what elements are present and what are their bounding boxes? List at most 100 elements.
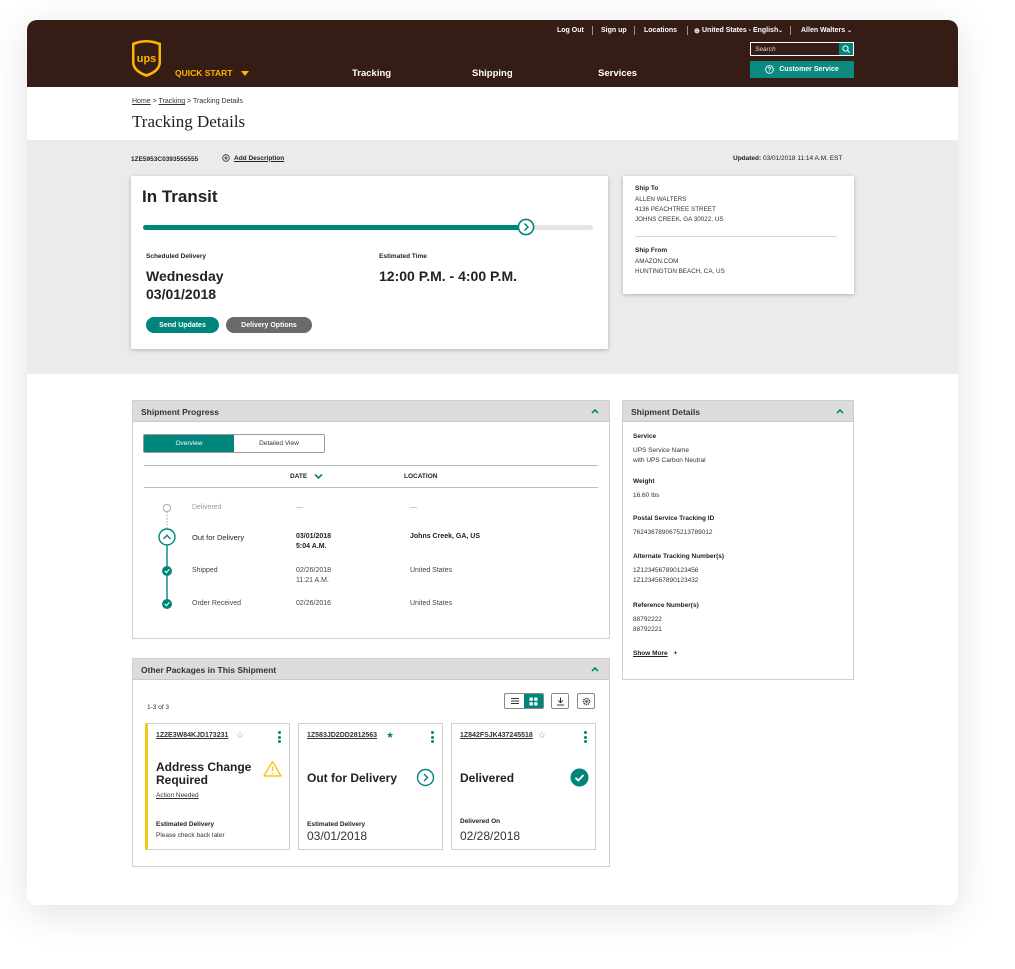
ups-logo[interactable]: ups xyxy=(130,38,163,78)
reference-value: 88792222 88792221 xyxy=(633,616,662,633)
list-view-button[interactable] xyxy=(505,694,524,708)
star-outline-icon[interactable]: ☆ xyxy=(538,730,546,741)
updated-timestamp: Updated: 03/01/2018 11:14 A.M. EST xyxy=(733,155,843,162)
add-description-label: Add Description xyxy=(234,154,285,162)
pending-dot-icon xyxy=(162,504,171,512)
breadcrumb-home[interactable]: Home xyxy=(132,98,151,105)
postal-id-label: Postal Service Tracking ID xyxy=(633,515,715,522)
search-button[interactable] xyxy=(839,43,853,55)
list-icon xyxy=(510,698,519,704)
star-filled-icon[interactable]: ★ xyxy=(386,730,394,741)
plus-circle-icon xyxy=(222,154,230,162)
settings-button[interactable] xyxy=(577,693,595,709)
action-needed-link[interactable]: Action Needed xyxy=(156,792,199,799)
ship-to-label: Ship To xyxy=(635,185,659,192)
panel-title: Shipment Details xyxy=(631,407,700,417)
add-description-link[interactable]: Add Description xyxy=(222,154,284,162)
show-more-link[interactable]: Show More + xyxy=(633,650,677,657)
svg-text:?: ? xyxy=(768,68,772,74)
breadcrumb-tracking[interactable]: Tracking xyxy=(159,98,186,105)
chevron-right-icon xyxy=(517,218,534,236)
weight-value: 16.60 lbs xyxy=(633,492,660,499)
chevron-up-icon[interactable] xyxy=(590,406,600,416)
logo-text: ups xyxy=(137,53,157,65)
chevron-down-icon xyxy=(314,473,323,480)
ship-to-address: ALLEN WALTERS 4136 PEACHTREE STREET JOHNS … xyxy=(635,196,724,223)
more-options-icon[interactable] xyxy=(278,731,281,743)
chevron-up-icon[interactable] xyxy=(590,664,600,674)
package-number[interactable]: 1Z2E3W84KJD173231 xyxy=(156,732,228,739)
other-packages-panel: Other Packages in This Shipment 1-3 of 3 xyxy=(132,658,610,867)
nav-shipping[interactable]: Shipping xyxy=(472,68,513,79)
status-band: 1ZE5953C0393555555 Add Description Updat… xyxy=(27,140,958,374)
breadcrumb: Home > Tracking > Tracking Details xyxy=(132,98,243,105)
signup-link[interactable]: Sign up xyxy=(601,27,627,34)
checkmark-icon xyxy=(162,599,172,609)
package-card[interactable]: 1Z583JD2DD2812563 ★ Out for Delivery Est… xyxy=(298,723,443,850)
estimated-label: Estimated Time xyxy=(379,253,427,260)
result-count: 1-3 of 3 xyxy=(147,704,170,711)
shipment-details-header[interactable]: Shipment Details xyxy=(623,401,853,422)
browser-frame: Log Out Sign up Locations ⊕ United State… xyxy=(27,20,958,905)
shipment-details-panel: Shipment Details Service UPS Service Nam… xyxy=(622,400,854,680)
shipment-progress-header[interactable]: Shipment Progress xyxy=(133,401,609,422)
grid-icon xyxy=(529,697,538,705)
site-header: Log Out Sign up Locations ⊕ United State… xyxy=(27,20,958,87)
view-toggle: Overview Detailed View xyxy=(143,434,325,453)
shipment-progress-panel: Shipment Progress Overview Detailed View… xyxy=(132,400,610,639)
page-title: Tracking Details xyxy=(132,112,246,131)
divider xyxy=(635,236,837,237)
service-value: UPS Service Name with UPS Carbon Neutral xyxy=(633,447,706,464)
breadcrumb-current: Tracking Details xyxy=(193,98,243,105)
more-options-icon[interactable] xyxy=(584,731,587,743)
search-input[interactable] xyxy=(751,43,839,55)
checkmark-icon xyxy=(162,566,172,576)
customer-service-label: Customer Service xyxy=(779,66,839,73)
reference-label: Reference Number(s) xyxy=(633,602,699,609)
download-icon xyxy=(556,697,564,705)
customer-service-button[interactable]: ? Customer Service xyxy=(750,61,854,78)
locations-link[interactable]: Locations xyxy=(644,27,677,34)
package-card[interactable]: 1Z2E3W84KJD173231 ☆ Address Change Requi… xyxy=(145,723,290,850)
globe-icon: ⊕ xyxy=(694,28,700,35)
grid-view-button[interactable] xyxy=(524,694,543,708)
ship-from-address: AMAZON.COM HUNTINGTON BEACH, CA, US xyxy=(635,258,725,275)
alt-tracking-label: Alternate Tracking Number(s) xyxy=(633,553,725,560)
user-menu[interactable]: Allen Walters xyxy=(801,27,845,34)
package-cards: 1Z2E3W84KJD173231 ☆ Address Change Requi… xyxy=(145,723,596,850)
search-icon xyxy=(842,45,850,53)
delivered-on-value: 02/28/2018 xyxy=(460,829,521,843)
nav-services[interactable]: Services xyxy=(598,68,637,79)
quick-start-menu[interactable]: QUICK START xyxy=(175,68,249,78)
panel-title: Other Packages in This Shipment xyxy=(141,665,277,675)
download-button[interactable] xyxy=(551,693,569,709)
chevron-down-icon: ⌄ xyxy=(778,28,784,34)
tab-detailed-view[interactable]: Detailed View xyxy=(234,435,324,452)
layout-toggle xyxy=(504,693,544,709)
date-column-header[interactable]: DATE xyxy=(290,473,323,480)
plus-icon: + xyxy=(673,650,678,657)
more-options-icon[interactable] xyxy=(431,731,434,743)
package-status: Address Change Required xyxy=(156,760,252,787)
view-toolbar xyxy=(504,693,599,710)
gear-icon xyxy=(582,697,590,705)
estimated-time: 12:00 P.M. - 4:00 P.M. xyxy=(379,268,517,284)
status-title: In Transit xyxy=(142,187,218,206)
package-number[interactable]: 1Z583JD2DD2812563 xyxy=(307,732,377,739)
package-number[interactable]: 1Z842FSJK437245518 xyxy=(460,732,533,739)
weight-label: Weight xyxy=(633,478,655,485)
delivery-options-button[interactable]: Delivery Options xyxy=(226,317,312,333)
postal-id-value: 7624367890675213789012 xyxy=(633,529,713,536)
nav-tracking[interactable]: Tracking xyxy=(352,68,391,79)
package-card[interactable]: 1Z842FSJK437245518 ☆ Delivered Delivered… xyxy=(451,723,596,850)
other-packages-header[interactable]: Other Packages in This Shipment xyxy=(133,659,609,680)
locale-selector[interactable]: United States - English xyxy=(702,27,778,34)
star-outline-icon[interactable]: ☆ xyxy=(236,730,244,741)
status-card: In Transit Scheduled Delivery Wednesday … xyxy=(131,176,608,349)
send-updates-button[interactable]: Send Updates xyxy=(146,317,219,333)
tab-overview[interactable]: Overview xyxy=(144,435,234,452)
timeline xyxy=(158,504,176,609)
delivered-on-label: Delivered On xyxy=(460,818,501,825)
chevron-up-icon[interactable] xyxy=(835,406,845,416)
logout-link[interactable]: Log Out xyxy=(557,27,584,34)
